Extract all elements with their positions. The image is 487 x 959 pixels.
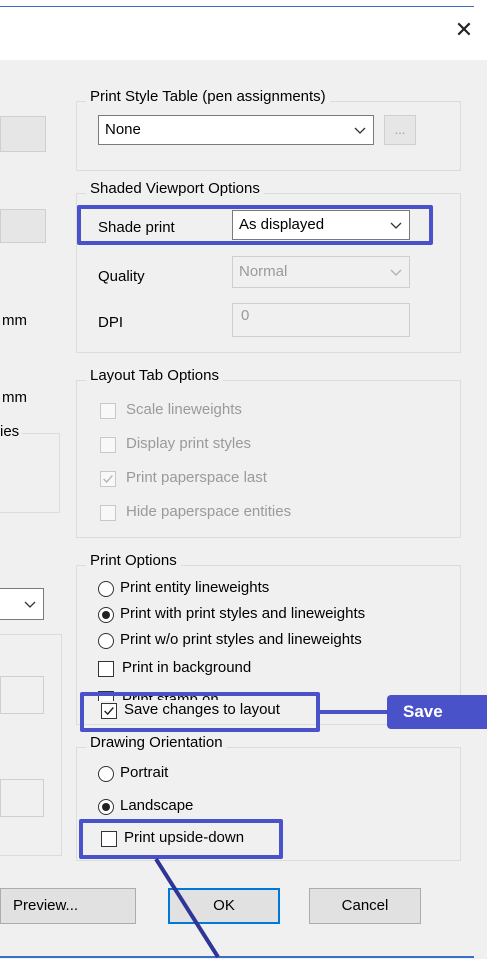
print-without-styles-radio[interactable] <box>98 633 114 649</box>
cancel-button[interactable]: Cancel <box>309 888 421 924</box>
display-print-styles-checkbox[interactable] <box>100 437 116 453</box>
left-clipped-button-1[interactable] <box>0 116 46 152</box>
left-clipped-field-1[interactable] <box>0 676 44 714</box>
print-paperspace-last-checkbox[interactable] <box>100 471 116 487</box>
left-clipped-field-2[interactable] <box>0 779 44 817</box>
scale-lineweights-checkbox[interactable] <box>100 403 116 419</box>
left-clipped-group <box>0 433 60 513</box>
landscape-label: Landscape <box>120 797 194 814</box>
window-top-border <box>0 6 474 7</box>
quality-dropdown[interactable]: Normal <box>232 256 410 288</box>
left-clipped-dropdown[interactable] <box>0 588 44 620</box>
preview-button[interactable]: Preview... <box>0 888 136 924</box>
hide-paperspace-entities-checkbox[interactable] <box>100 505 116 521</box>
display-print-styles-label: Display print styles <box>126 435 252 452</box>
quality-label: Quality <box>98 268 145 285</box>
callout-connector <box>320 710 388 714</box>
layout-tab-legend: Layout Tab Options <box>86 367 223 384</box>
chevron-down-icon <box>354 127 366 134</box>
left-clipped-legend: ies <box>0 423 23 440</box>
upside-down-highlight <box>79 819 283 859</box>
unit-label-mm-1: mm <box>2 312 27 329</box>
left-clipped-group-2 <box>0 634 62 856</box>
print-with-styles-label: Print with print styles and lineweights <box>120 605 366 622</box>
print-style-table-legend: Print Style Table (pen assignments) <box>86 88 330 105</box>
print-paperspace-last-label: Print paperspace last <box>126 469 267 486</box>
unit-label-mm-2: mm <box>2 389 27 406</box>
chevron-down-icon <box>390 269 402 276</box>
close-icon[interactable]: ✕ <box>452 18 476 42</box>
dpi-label: DPI <box>98 314 124 331</box>
save-changes-highlight <box>80 692 320 732</box>
shade-print-highlight <box>77 205 433 245</box>
portrait-label: Portrait <box>120 764 169 781</box>
left-clipped-button-2[interactable] <box>0 209 46 243</box>
print-in-background-checkbox[interactable] <box>98 661 114 677</box>
hide-paperspace-entities-label: Hide paperspace entities <box>126 503 292 520</box>
dpi-input[interactable]: 0 <box>232 303 410 337</box>
save-callout: Save <box>387 695 487 729</box>
print-in-background-label: Print in background <box>122 659 252 676</box>
portrait-radio[interactable] <box>98 766 114 782</box>
window-bottom-border <box>0 956 474 958</box>
shaded-viewport-legend: Shaded Viewport Options <box>86 180 264 197</box>
print-entity-lineweights-label: Print entity lineweights <box>120 579 270 596</box>
print-without-styles-label: Print w/o print styles and lineweights <box>120 631 362 648</box>
pointer-line <box>154 857 220 959</box>
print-style-table-value: None <box>105 121 141 138</box>
print-options-legend: Print Options <box>86 552 181 569</box>
quality-value: Normal <box>239 263 288 280</box>
print-with-styles-radio[interactable] <box>98 607 114 623</box>
print-style-table-dropdown[interactable]: None <box>98 115 374 145</box>
checkmark-icon <box>103 475 113 484</box>
chevron-down-icon <box>24 601 36 608</box>
drawing-orientation-legend: Drawing Orientation <box>86 734 227 751</box>
print-style-edit-button[interactable]: ... <box>384 115 416 145</box>
print-entity-lineweights-radio[interactable] <box>98 581 114 597</box>
landscape-radio[interactable] <box>98 799 114 815</box>
scale-lineweights-label: Scale lineweights <box>126 401 242 418</box>
